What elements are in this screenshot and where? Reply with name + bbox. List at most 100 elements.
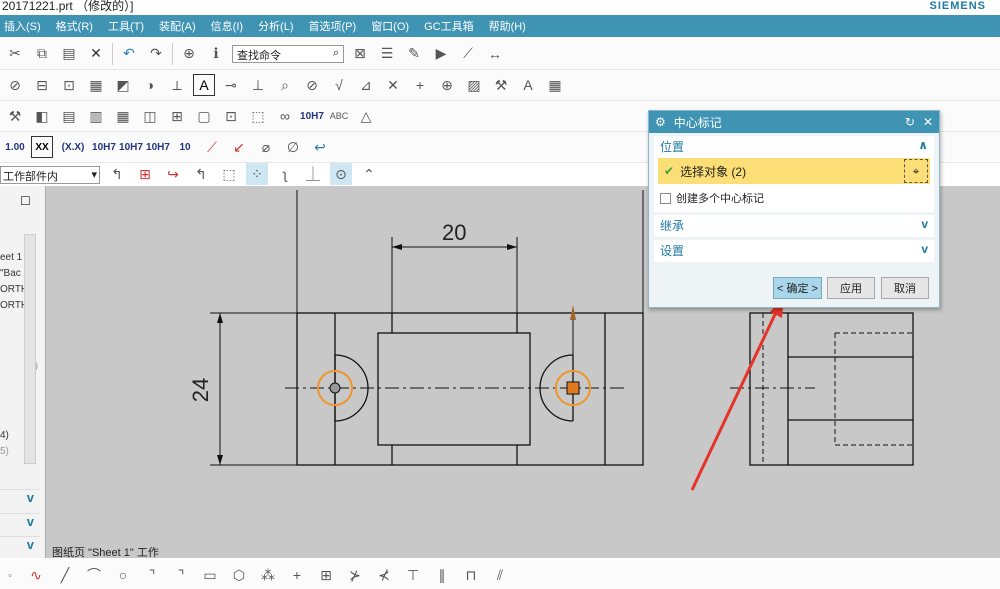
create-multiple-checkbox[interactable] xyxy=(660,192,671,204)
return-icon[interactable]: ↩ xyxy=(309,136,331,158)
leader-icon[interactable]: ⊸ xyxy=(220,74,242,96)
expand-panel-3[interactable]: v xyxy=(0,536,40,558)
delete-icon[interactable]: ✕ xyxy=(85,43,107,65)
target-point-icon[interactable]: ✕ xyxy=(382,74,404,96)
fit-tolerance-icon[interactable]: 10H7 xyxy=(300,105,324,127)
tool-icon[interactable]: ⚒ xyxy=(4,105,26,127)
scrollbar[interactable] xyxy=(24,234,36,464)
part-icon[interactable]: ◧ xyxy=(31,105,53,127)
reset-icon[interactable]: ↻ xyxy=(905,115,915,129)
parallel-icon[interactable]: ⫽ xyxy=(489,564,511,586)
zoom-icon[interactable]: ⌕ xyxy=(274,74,296,96)
tolerance-format-icon[interactable]: 1.00 xyxy=(4,136,26,158)
dimension-icon[interactable]: ⟂ xyxy=(166,74,188,96)
menu-preferences[interactable]: 首选项(P) xyxy=(309,18,357,34)
point-icon[interactable]: + xyxy=(286,564,308,586)
crosshair-select-button[interactable]: ⌖ xyxy=(904,159,928,183)
fit-limit-icon[interactable]: 10H7 xyxy=(119,136,143,158)
menu-insert[interactable]: 插入(S) xyxy=(4,18,41,34)
menu-window[interactable]: 窗口(O) xyxy=(371,18,409,34)
selection-icon[interactable]: ▶ xyxy=(430,43,452,65)
layer-icon[interactable]: ☰ xyxy=(376,43,398,65)
section-settings[interactable]: 设置 v xyxy=(654,240,934,262)
menu-help[interactable]: 帮助(H) xyxy=(489,18,526,34)
reference-dim-icon[interactable]: (X.X) xyxy=(58,136,88,158)
rectangle-icon[interactable]: ▭ xyxy=(199,564,221,586)
cut-icon[interactable]: ✂ xyxy=(4,43,26,65)
circle-icon[interactable]: ○ xyxy=(112,564,134,586)
expand-panel-2[interactable]: v xyxy=(0,513,40,535)
filter-icon[interactable]: ↰ xyxy=(106,163,128,185)
fit-tolerance-icon[interactable]: 10H7 xyxy=(146,136,170,158)
snap-point-icon[interactable]: ⊕ xyxy=(178,43,200,65)
curve-icon[interactable]: ◑ xyxy=(139,74,161,96)
curve-point-icon[interactable]: ʅ xyxy=(274,163,296,185)
table-icon[interactable]: ▦ xyxy=(544,74,566,96)
axis-icon[interactable]: ⟋ xyxy=(457,43,479,65)
area-fill-icon[interactable]: ▨ xyxy=(463,74,485,96)
menu-analysis[interactable]: 分析(L) xyxy=(258,18,293,34)
note-icon[interactable]: A xyxy=(193,74,215,96)
basic-dim-icon[interactable]: XX xyxy=(31,136,53,158)
sketch-icon[interactable]: ◩ xyxy=(112,74,134,96)
radius-to-center-icon[interactable]: ↙ xyxy=(228,136,250,158)
abc-icon[interactable]: ABC xyxy=(328,105,350,127)
box-select-icon[interactable]: ⬚ xyxy=(218,163,240,185)
parts-list-icon[interactable]: ▥ xyxy=(85,105,107,127)
center-mark-icon[interactable]: ⊕ xyxy=(436,74,458,96)
diameter-alt-icon[interactable]: ∅ xyxy=(282,136,304,158)
border-icon[interactable]: ▢ xyxy=(193,105,215,127)
snap-icon[interactable]: ↪ xyxy=(162,163,184,185)
copy-icon[interactable]: ⧉ xyxy=(31,43,53,65)
detail-view-icon[interactable]: ⊡ xyxy=(58,74,80,96)
arc-icon[interactable]: ⌒ xyxy=(83,564,105,586)
datum-icon[interactable]: ⊥ xyxy=(247,74,269,96)
offset-curve-icon[interactable]: ⊞ xyxy=(315,564,337,586)
perpendicular-icon[interactable]: ⏊ xyxy=(302,163,324,185)
label-icon[interactable]: A xyxy=(517,74,539,96)
tangent-icon[interactable]: ⌃ xyxy=(358,163,380,185)
feature-control-icon[interactable]: ⊘ xyxy=(301,74,323,96)
profile-icon[interactable]: ∿ xyxy=(25,564,47,586)
tool-icon[interactable]: ✎ xyxy=(403,43,425,65)
undo-icon[interactable]: ↶ xyxy=(118,43,140,65)
menu-gc-toolbox[interactable]: GC工具箱 xyxy=(424,18,474,34)
snap-points-icon[interactable]: ⁘ xyxy=(246,163,268,185)
apply-button[interactable]: 应用 xyxy=(827,277,875,299)
fillet-icon[interactable]: ⌝ xyxy=(141,564,163,586)
diameter-icon[interactable]: ⌀ xyxy=(255,136,277,158)
spline-icon[interactable]: ⁂ xyxy=(257,564,279,586)
paste-icon[interactable]: ▤ xyxy=(58,43,80,65)
menu-format[interactable]: 格式(R) xyxy=(56,18,93,34)
section-inherit[interactable]: 继承 v xyxy=(654,215,934,237)
redo-icon[interactable]: ↷ xyxy=(145,43,167,65)
break-view-icon[interactable]: ▦ xyxy=(85,74,107,96)
deselect-icon[interactable]: ↰ xyxy=(190,163,212,185)
selection-scope-dropdown[interactable]: 工作部件内 ▾ xyxy=(0,166,100,184)
close-icon[interactable]: ✕ xyxy=(923,115,933,129)
intersection-icon[interactable]: + xyxy=(409,74,431,96)
dimension-20[interactable]: 20 xyxy=(442,220,466,246)
dimension-sketch-icon[interactable]: ⊓ xyxy=(460,564,482,586)
triangle-icon[interactable]: △ xyxy=(355,105,377,127)
limit-icon[interactable]: 10 xyxy=(174,136,196,158)
add-selection-icon[interactable]: ⊞ xyxy=(134,163,156,185)
menu-info[interactable]: 信息(I) xyxy=(211,18,243,34)
hole-table-icon[interactable]: ▦ xyxy=(112,105,134,127)
id-symbol-icon[interactable]: ⊞ xyxy=(166,105,188,127)
corner-icon[interactable]: ⊤ xyxy=(402,564,424,586)
chamfer-icon[interactable]: ⌝ xyxy=(170,564,192,586)
maximize-icon[interactable]: ☐ xyxy=(20,194,31,208)
constraint-icon[interactable]: ∥ xyxy=(431,564,453,586)
extend-icon[interactable]: ⊀ xyxy=(373,564,395,586)
region-icon[interactable]: ⊡ xyxy=(220,105,242,127)
weld-icon[interactable]: ⊿ xyxy=(355,74,377,96)
dimension-24[interactable]: 24 xyxy=(188,378,214,402)
symbol-icon[interactable]: ◫ xyxy=(139,105,161,127)
expand-panel-1[interactable]: v xyxy=(0,489,40,511)
radius-icon[interactable]: ⟋ xyxy=(201,136,223,158)
menu-assembly[interactable]: 装配(A) xyxy=(159,18,196,34)
glasses-icon[interactable]: ∞ xyxy=(274,105,296,127)
surface-finish-icon[interactable]: √ xyxy=(328,74,350,96)
command-search-input[interactable]: 查找命令 ⌕ xyxy=(232,44,344,63)
